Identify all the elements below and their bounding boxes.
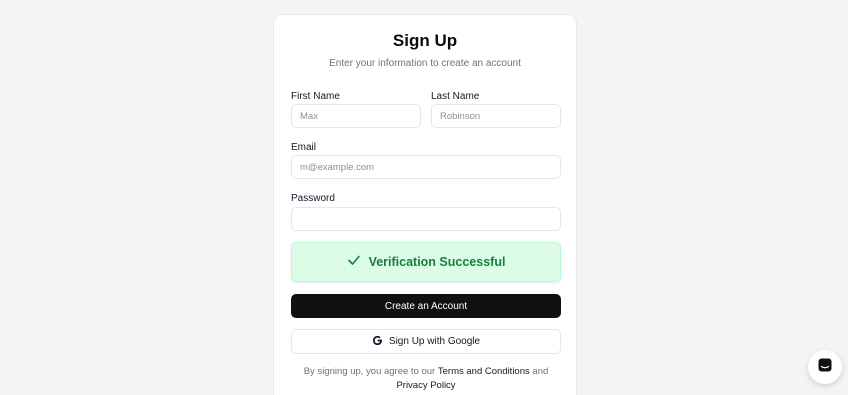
terms-and: and (532, 366, 549, 377)
chat-icon (817, 357, 833, 378)
verification-text: Verification Successful (368, 255, 506, 269)
email-label: Email (291, 142, 317, 153)
last-name-input[interactable] (431, 104, 561, 128)
terms-link[interactable]: Terms and Conditions (438, 366, 530, 377)
password-input[interactable] (291, 207, 561, 231)
create-account-button[interactable]: Create an Account (291, 294, 561, 318)
verification-status: Verification Successful (291, 242, 561, 282)
page-subtitle: Enter your information to create an acco… (329, 58, 521, 69)
password-label: Password (291, 193, 335, 204)
email-input[interactable] (291, 155, 561, 179)
chat-widget-button[interactable] (808, 350, 842, 384)
page-title: Sign Up (392, 31, 458, 50)
first-name-label: First Name (291, 91, 340, 102)
google-signup-label: Sign Up with Google (388, 336, 481, 347)
google-signup-button[interactable]: Sign Up with Google (291, 329, 561, 354)
privacy-link[interactable]: Privacy Policy (396, 380, 455, 391)
check-icon (347, 253, 361, 272)
first-name-input[interactable] (291, 104, 421, 128)
page: Sign Up Enter your information to create… (0, 0, 848, 395)
terms-notice: By signing up, you agree to our Terms an… (291, 365, 561, 392)
terms-prefix: By signing up, you agree to our (303, 366, 436, 377)
last-name-label: Last Name (431, 91, 480, 102)
google-icon (372, 335, 383, 349)
signup-card: Sign Up Enter your information to create… (273, 14, 577, 395)
